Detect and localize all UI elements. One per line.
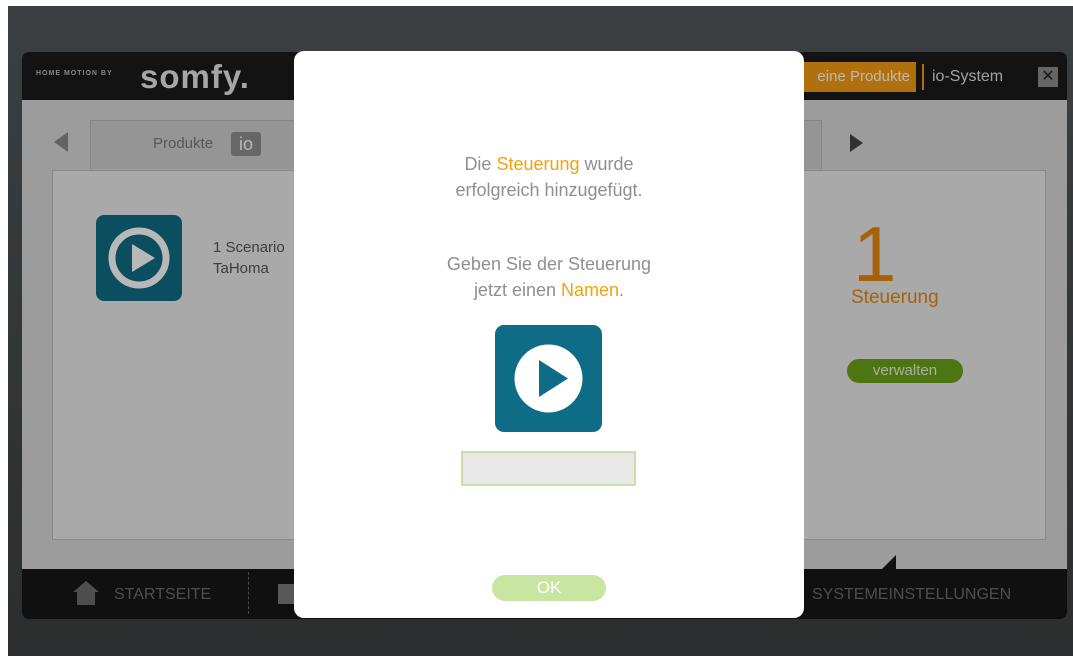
name-prompt: Geben Sie der Steuerung jetzt einen Name… <box>294 251 804 303</box>
nav-item-products[interactable]: eine Produkte <box>792 62 916 92</box>
play-icon <box>495 325 602 432</box>
success-message-suffix: wurde <box>579 154 634 174</box>
control-name-input[interactable] <box>461 451 636 486</box>
nav-separator <box>922 64 924 90</box>
tab-prev-arrow-icon[interactable] <box>54 132 68 152</box>
scenario-label: 1 Scenario TaHoma <box>213 237 285 279</box>
tab-next-arrow-icon[interactable] <box>850 134 863 152</box>
scenario-system: TaHoma <box>213 260 269 277</box>
bottom-nav-divider <box>248 572 249 614</box>
success-message-line2: erfolgreich hinzugefügt. <box>455 180 643 200</box>
success-message-highlight: Steuerung <box>496 154 580 174</box>
name-prompt-prefix: jetzt einen <box>473 280 561 300</box>
tab-products-label: Produkte <box>153 135 214 152</box>
manage-button[interactable]: verwalten <box>847 359 963 383</box>
brand-logo: somfy. <box>140 58 250 95</box>
document-icon[interactable] <box>278 584 294 604</box>
success-message-prefix: Die <box>464 154 497 174</box>
home-icon[interactable] <box>72 580 100 606</box>
control-count-label: Steuerung <box>851 287 939 308</box>
scenario-name: 1 Scenario <box>213 239 285 256</box>
name-prompt-highlight: Namen <box>561 280 620 300</box>
bottom-nav-notch <box>880 555 896 571</box>
success-message: Die Steuerung wurde erfolgreich hinzugef… <box>294 151 804 203</box>
brand-tagline: HOME MOTION BY <box>36 70 113 77</box>
scenario-play-icon[interactable] <box>96 215 182 301</box>
name-prompt-line1: Geben Sie der Steuerung <box>446 254 652 274</box>
nav-item-io-system[interactable]: io-System <box>932 62 1003 92</box>
bottom-nav-home[interactable]: STARTSEITE <box>114 586 211 604</box>
io-badge-icon: io <box>231 132 261 156</box>
control-count: 1 <box>853 210 897 298</box>
add-control-dialog: Die Steuerung wurde erfolgreich hinzugef… <box>294 51 804 618</box>
close-button[interactable]: ✕ <box>1038 67 1058 87</box>
ok-button[interactable]: OK <box>492 575 606 601</box>
name-prompt-suffix: . <box>619 280 625 300</box>
bottom-nav-settings[interactable]: SYSTEMEINSTELLUNGEN <box>812 586 1011 604</box>
